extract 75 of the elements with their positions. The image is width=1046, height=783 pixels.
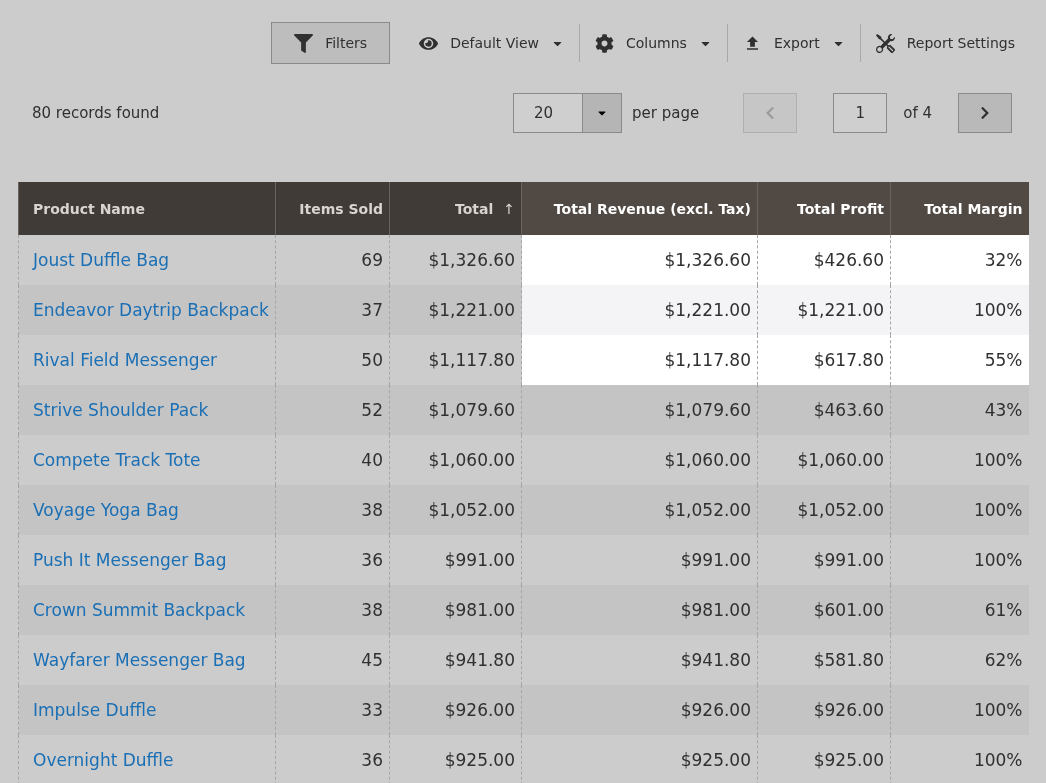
table-cell: 55% [890,335,1029,385]
table-cell: 50 [275,335,390,385]
table-cell: $925.00 [521,735,758,783]
table-cell: 33 [275,685,390,735]
table-cell: $1,326.60 [389,235,522,285]
per-page-select[interactable]: 20 [513,93,623,133]
table-cell: 36 [275,535,390,585]
table-cell: $981.00 [389,585,522,635]
table-cell: $1,117.80 [521,335,758,385]
table-cell: $1,060.00 [389,435,522,485]
settings-icon [875,33,895,53]
table-cell: 100% [890,735,1029,783]
column-header[interactable]: Product Name [18,182,276,235]
column-header[interactable]: Total ↑ [389,182,522,235]
table-cell: $926.00 [389,685,522,735]
table-cell: 69 [275,235,390,285]
table-cell: $1,052.00 [757,485,891,535]
table-cell: 62% [890,635,1029,685]
column-header[interactable]: Total Revenue (excl. Tax) [521,182,758,235]
table-cell: 32% [890,235,1029,285]
table-cell: 38 [275,585,390,635]
table-cell: 52 [275,385,390,435]
filter-icon [294,33,314,53]
table-cell: $581.80 [757,635,891,685]
toolbar-button[interactable]: Default View [404,22,579,64]
table-cell: $925.00 [757,735,891,783]
table-cell: $991.00 [389,535,522,585]
column-header[interactable]: Items Sold [275,182,390,235]
sort-indicator: ↑ [503,200,515,217]
table-cell: $1,326.60 [521,235,758,285]
table-cell: $1,060.00 [521,435,758,485]
table-cell: $1,221.00 [521,285,758,335]
table-cell: 100% [890,535,1029,585]
table-cell: 100% [890,485,1029,535]
records-count: 80 records found [32,104,160,122]
toolbar-button[interactable]: Report Settings [860,22,1030,64]
toolbar-button[interactable]: Export [727,22,860,64]
table-cell: $1,052.00 [521,485,758,535]
table-cell: $926.00 [757,685,891,735]
toolbar-button[interactable]: Columns [579,22,727,64]
table-cell: $991.00 [757,535,891,585]
table-cell: $1,079.60 [389,385,522,435]
table-cell: 100% [890,435,1029,485]
table-cell: $463.60 [757,385,891,435]
table-cell: $991.00 [521,535,758,585]
table-cell: $617.80 [757,335,891,385]
table-cell: $1,079.60 [521,385,758,435]
table-cell: 36 [275,735,390,783]
column-header[interactable]: Total Margin [890,182,1029,235]
table-cell: $926.00 [521,685,758,735]
toolbar-button[interactable]: Filters [271,22,391,64]
table-cell: $1,221.00 [389,285,522,335]
table-cell: $1,117.80 [389,335,522,385]
table-cell: $1,060.00 [757,435,891,485]
table-cell: 37 [275,285,390,335]
table-cell: $941.80 [521,635,758,685]
table-cell: 45 [275,635,390,685]
table-cell: $981.00 [521,585,758,635]
table-cell: $941.80 [389,635,522,685]
table-cell: 43% [890,385,1029,435]
page-count: of 4 [903,104,932,122]
table-cell: 100% [890,685,1029,735]
table-cell: $1,221.00 [757,285,891,335]
table-cell: $601.00 [757,585,891,635]
column-header[interactable]: Total Profit [757,182,891,235]
table-cell: 100% [890,285,1029,335]
table-cell: 40 [275,435,390,485]
page-field[interactable]: 1 [833,93,888,133]
table-cell: 61% [890,585,1029,635]
per-page-label: per page [632,104,700,122]
next-page-button[interactable] [958,93,1012,133]
table-cell: 38 [275,485,390,535]
table-cell: $1,052.00 [389,485,522,535]
table-cell: $426.60 [757,235,891,285]
table-cell: $925.00 [389,735,522,783]
